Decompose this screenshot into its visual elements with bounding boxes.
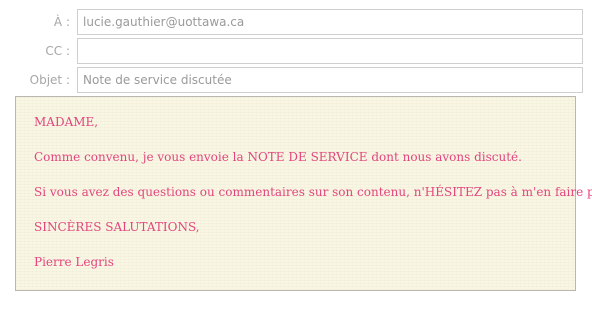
body-paragraph-2: Si vous avez des questions ou commentair… (34, 185, 592, 199)
cc-label: CC : (45, 44, 70, 58)
to-field[interactable] (77, 9, 583, 35)
greeting-line: MADAME, (34, 115, 99, 129)
to-row: À : (0, 9, 592, 35)
subject-field[interactable] (77, 67, 583, 93)
to-label: À : (53, 15, 70, 29)
body-paragraph-1: Comme convenu, je vous envoie la NOTE DE… (34, 150, 522, 164)
signature-line: Pierre Legris (34, 255, 114, 269)
closing-line: SINCÈRES SALUTATIONS, (34, 220, 200, 234)
subject-label: Objet : (29, 73, 70, 87)
message-body[interactable]: MADAME, Comme convenu, je vous envoie la… (15, 96, 592, 291)
subject-row: Objet : (0, 67, 592, 93)
cc-field[interactable] (77, 38, 583, 64)
cc-row: CC : (0, 38, 592, 64)
